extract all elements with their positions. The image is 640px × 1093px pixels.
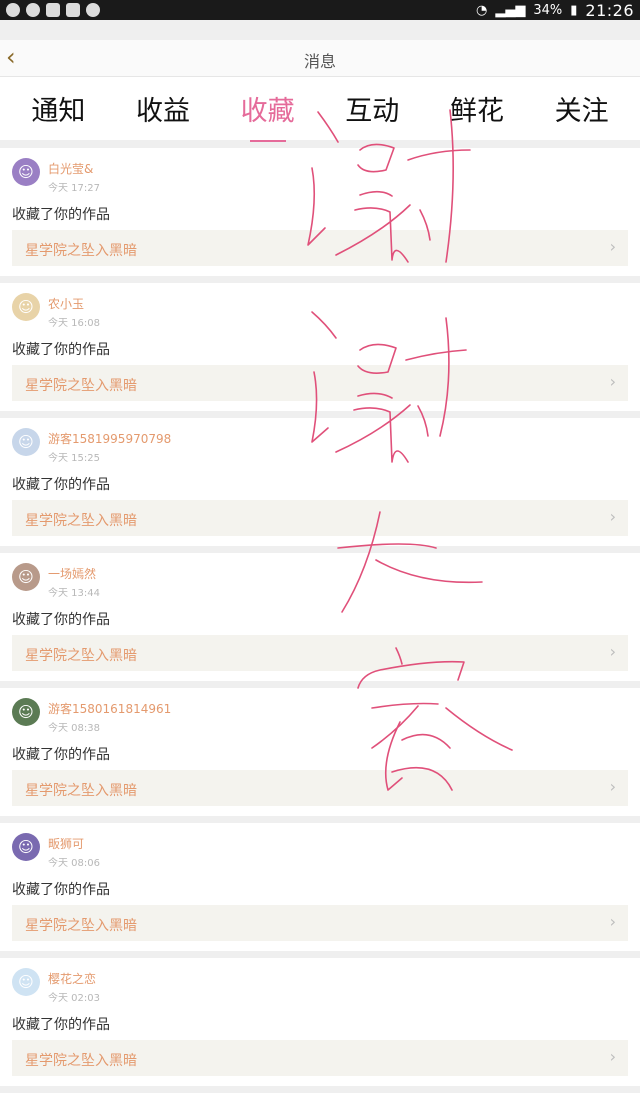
notification-time: 今天 17:27: [48, 183, 100, 194]
tab-1[interactable]: 收益: [115, 89, 211, 128]
chevron-right-icon: ›: [609, 237, 616, 256]
user-avatar[interactable]: ☺: [12, 293, 40, 321]
notification-card: ☺ 游客1581995970798 今天 15:25 收藏了你的作品星学院之坠入黑暗 ›: [0, 418, 640, 546]
user-avatar[interactable]: ☺: [12, 563, 40, 591]
user-name[interactable]: 畈狮可: [48, 835, 84, 852]
user-avatar[interactable]: ☺: [12, 698, 40, 726]
tab-label: 鲜花: [449, 96, 504, 127]
chevron-right-icon: ›: [609, 1047, 616, 1066]
browser-icon: [6, 3, 20, 17]
chevron-right-icon: ›: [609, 912, 616, 931]
notification-card: ☺ 白光莹& 今天 17:27 收藏了你的作品星学院之坠入黑暗 ›: [0, 148, 640, 276]
tab-3[interactable]: 互动: [324, 89, 420, 128]
work-link[interactable]: 星学院之坠入黑暗 ›: [12, 905, 628, 941]
user-avatar[interactable]: ☺: [12, 428, 40, 456]
work-link[interactable]: 星学院之坠入黑暗 ›: [12, 230, 628, 266]
tab-label: 收益: [135, 96, 190, 127]
tab-label: 关注: [554, 96, 609, 127]
notification-action: 收藏了你的作品: [12, 477, 110, 493]
work-title: 星学院之坠入黑暗: [25, 243, 137, 259]
notification-card: ☺ 游客1580161814961 今天 08:38 收藏了你的作品星学院之坠入黑暗 ›: [0, 688, 640, 816]
notification-card: ☺ 樱花之恋今天 02:03 收藏了你的作品星学院之坠入黑暗 ›: [0, 958, 640, 1086]
user-name[interactable]: 游客1581995970798: [48, 430, 171, 447]
tab-0[interactable]: 通知: [10, 89, 106, 128]
tab-5[interactable]: 关注: [534, 89, 630, 128]
message-tabs: 通知 收益 收藏 互动 鲜花 关注: [0, 77, 640, 142]
tab-2[interactable]: 收藏: [220, 89, 316, 142]
title-bar: ‹ 消息: [0, 40, 640, 77]
notification-time: 今天 08:06: [48, 858, 100, 869]
battery-level: 34%: [533, 2, 563, 18]
notification-action: 收藏了你的作品: [12, 882, 110, 898]
mail-icon: [46, 3, 60, 17]
notification-time: 今天 16:08: [48, 318, 100, 329]
work-title: 星学院之坠入黑暗: [25, 1053, 137, 1069]
page-title: 消息: [303, 52, 336, 71]
notification-action: 收藏了你的作品: [12, 747, 110, 763]
signal-icon: ▂▄▆: [495, 2, 526, 18]
work-title: 星学院之坠入黑暗: [25, 513, 137, 529]
notification-time: 今天 02:03: [48, 993, 100, 1004]
work-title: 星学院之坠入黑暗: [25, 783, 137, 799]
notification-card: ☺ 一场嫣然今天 13:44 收藏了你的作品星学院之坠入黑暗 ›: [0, 553, 640, 681]
work-link[interactable]: 星学院之坠入黑暗 ›: [12, 770, 628, 806]
document-icon: [66, 3, 80, 17]
user-avatar[interactable]: ☺: [12, 968, 40, 996]
wifi-icon: ◔: [475, 2, 488, 18]
user-name[interactable]: 农小玉: [48, 295, 84, 312]
notification-action: 收藏了你的作品: [12, 1017, 110, 1033]
user-avatar[interactable]: ☺: [12, 833, 40, 861]
tab-label: 收藏: [240, 96, 295, 127]
notification-action: 收藏了你的作品: [12, 342, 110, 358]
user-name[interactable]: 白光莹&: [48, 160, 93, 177]
work-title: 星学院之坠入黑暗: [25, 648, 137, 664]
status-notification-icons: [6, 3, 100, 17]
user-name[interactable]: 游客1580161814961: [48, 700, 171, 717]
tab-label: 通知: [31, 96, 86, 127]
user-name[interactable]: 一场嫣然: [48, 565, 96, 582]
chevron-right-icon: ›: [609, 507, 616, 526]
work-link[interactable]: 星学院之坠入黑暗 ›: [12, 1040, 628, 1076]
notification-time: 今天 13:44: [48, 588, 100, 599]
chevron-right-icon: ›: [609, 777, 616, 796]
battery-icon: ▮: [570, 2, 578, 18]
work-link[interactable]: 星学院之坠入黑暗 ›: [12, 635, 628, 671]
user-avatar[interactable]: ☺: [12, 158, 40, 186]
notification-card: ☺ 畈狮可今天 08:06 收藏了你的作品星学院之坠入黑暗 ›: [0, 823, 640, 951]
active-tab-indicator: [249, 140, 286, 142]
chevron-right-icon: ›: [609, 372, 616, 391]
user-name[interactable]: 樱花之恋: [48, 970, 96, 987]
tab-4[interactable]: 鲜花: [429, 89, 525, 128]
work-link[interactable]: 星学院之坠入黑暗 ›: [12, 365, 628, 401]
compass-icon: [86, 3, 100, 17]
notification-action: 收藏了你的作品: [12, 207, 110, 223]
work-title: 星学院之坠入黑暗: [25, 378, 137, 394]
work-link[interactable]: 星学院之坠入黑暗 ›: [12, 500, 628, 536]
notification-time: 今天 08:38: [48, 723, 100, 734]
status-time: 21:26: [585, 0, 634, 20]
work-title: 星学院之坠入黑暗: [25, 918, 137, 934]
send-icon: [26, 3, 40, 17]
notification-list: ☺ 白光莹& 今天 17:27 收藏了你的作品 星学院之坠入黑暗 › ☺ 农小玉 今天 16:0…: [0, 148, 640, 1093]
notification-time: 今天 15:25: [48, 453, 100, 464]
status-bar: ◔ ▂▄▆ 34% ▮ 21:26: [0, 0, 640, 20]
notification-action: 收藏了你的作品: [12, 612, 110, 628]
notification-card: ☺ 农小玉今天 16:08 收藏了你的作品星学院之坠入黑暗 ›: [0, 283, 640, 411]
chevron-right-icon: ›: [609, 642, 616, 661]
tab-label: 互动: [345, 96, 400, 127]
